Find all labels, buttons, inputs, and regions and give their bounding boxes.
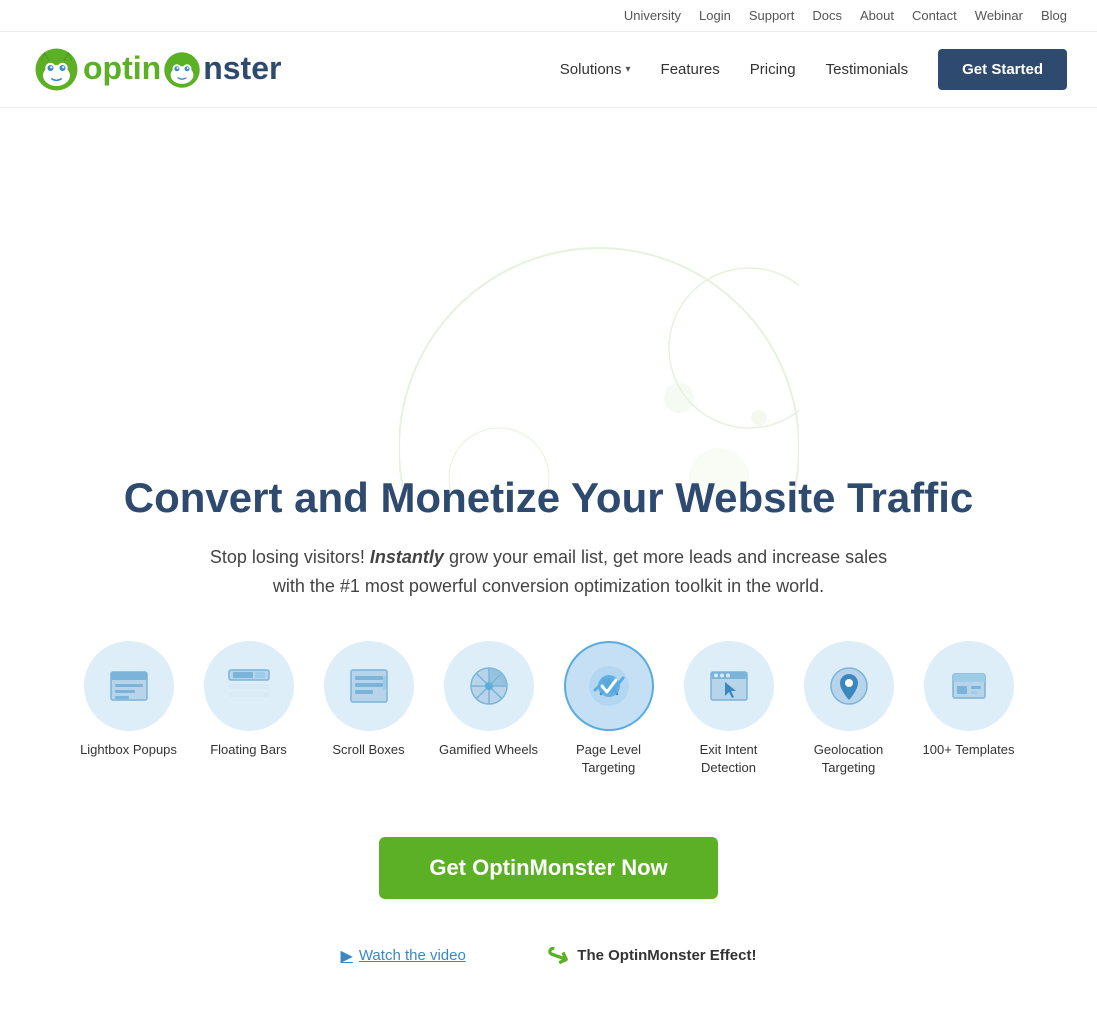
exit-intent-icon [705, 662, 753, 710]
feature-geolocation[interactable]: Geolocation Targeting [799, 641, 899, 777]
pricing-nav-link[interactable]: Pricing [750, 61, 796, 78]
gamified-icon-circle [444, 641, 534, 731]
logo[interactable]: optinnster [30, 47, 281, 92]
arrow-curve-icon: ↩ [541, 936, 574, 975]
gamified-label: Gamified Wheels [439, 741, 538, 759]
geolocation-label: Geolocation Targeting [799, 741, 899, 777]
feature-page-level[interactable]: Page Level Targeting [559, 641, 659, 777]
feature-exit-intent[interactable]: Exit Intent Detection [679, 641, 779, 777]
gamified-icon [465, 662, 513, 710]
templates-icon [945, 662, 993, 710]
feature-lightbox[interactable]: Lightbox Popups [79, 641, 179, 777]
login-link[interactable]: Login [699, 8, 731, 23]
cta-section: Get OptinMonster Now [20, 827, 1077, 919]
lightbox-label: Lightbox Popups [80, 741, 177, 759]
exit-intent-icon-circle [684, 641, 774, 731]
hero-title: Convert and Monetize Your Website Traffi… [20, 473, 1077, 523]
hero-subtitle: Stop losing visitors! Instantly grow you… [199, 543, 899, 601]
geolocation-icon-circle [804, 641, 894, 731]
watch-video-row: ▶ Watch the video ↩ The OptinMonster Eff… [20, 939, 1077, 972]
templates-label: 100+ Templates [923, 741, 1015, 759]
docs-link[interactable]: Docs [812, 8, 842, 23]
effect-label: ↩ The OptinMonster Effect! [546, 939, 757, 972]
floating-bars-icon [225, 662, 273, 710]
testimonials-nav-link[interactable]: Testimonials [826, 61, 909, 78]
geolocation-icon [825, 662, 873, 710]
floating-bars-label: Floating Bars [210, 741, 287, 759]
feature-scroll-boxes[interactable]: Scroll Boxes [319, 641, 419, 777]
floating-bars-icon-circle [204, 641, 294, 731]
scroll-boxes-icon [345, 662, 393, 710]
main-header: optinnster Solutions ▾ Features Pricing … [0, 32, 1097, 108]
templates-icon-circle [924, 641, 1014, 731]
features-nav-link[interactable]: Features [661, 61, 720, 78]
page-level-icon [585, 662, 633, 710]
exit-intent-label: Exit Intent Detection [679, 741, 779, 777]
solutions-nav-link[interactable]: Solutions ▾ [560, 61, 631, 78]
university-link[interactable]: University [624, 8, 681, 23]
feature-templates[interactable]: 100+ Templates [919, 641, 1019, 777]
play-icon: ▶ [341, 946, 353, 966]
scroll-boxes-icon-circle [324, 641, 414, 731]
get-started-button[interactable]: Get Started [938, 49, 1067, 90]
lightbox-icon [105, 662, 153, 710]
support-link[interactable]: Support [749, 8, 795, 23]
bg-decoration [399, 198, 799, 498]
features-row: Lightbox Popups Floating Bars [20, 641, 1077, 777]
page-level-label: Page Level Targeting [559, 741, 659, 777]
feature-gamified[interactable]: Gamified Wheels [439, 641, 539, 777]
scroll-boxes-label: Scroll Boxes [332, 741, 404, 759]
contact-link[interactable]: Contact [912, 8, 957, 23]
chevron-down-icon: ▾ [626, 64, 631, 75]
blog-link[interactable]: Blog [1041, 8, 1067, 23]
hero-section: Convert and Monetize Your Website Traffi… [0, 108, 1097, 1012]
page-level-icon-circle [564, 641, 654, 731]
watch-video-link[interactable]: ▶ Watch the video [341, 946, 466, 966]
top-nav: University Login Support Docs About Cont… [0, 0, 1097, 32]
about-link[interactable]: About [860, 8, 894, 23]
logo-icon [34, 47, 79, 92]
cta-button[interactable]: Get OptinMonster Now [379, 837, 717, 899]
feature-floating-bars[interactable]: Floating Bars [199, 641, 299, 777]
webinar-link[interactable]: Webinar [975, 8, 1023, 23]
main-nav: Solutions ▾ Features Pricing Testimonial… [560, 49, 1067, 90]
lightbox-icon-circle [84, 641, 174, 731]
